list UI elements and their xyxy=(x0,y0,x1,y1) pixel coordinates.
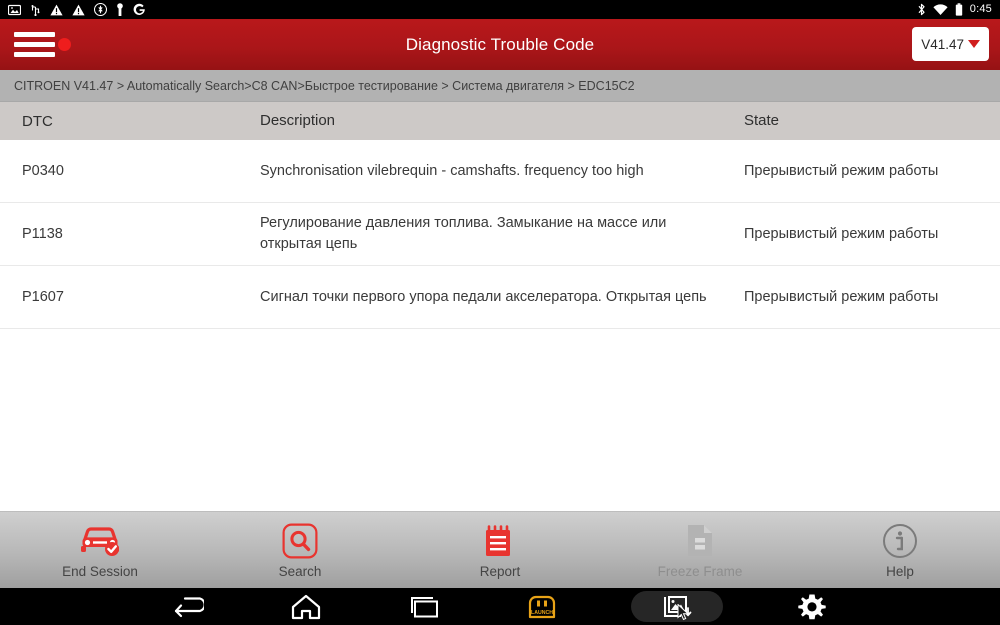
dtc-table-body: P0340 Synchronisation vilebrequin - cams… xyxy=(0,140,1000,551)
key-icon xyxy=(117,3,123,16)
android-status-bar: 0:45 xyxy=(0,0,1000,19)
toolbar-label: End Session xyxy=(62,563,138,579)
cell-dtc: P1138 xyxy=(22,226,63,242)
home-icon xyxy=(291,594,321,619)
launch-logo-icon: LAUNCH xyxy=(528,595,556,618)
toolbar-button-help[interactable]: Help xyxy=(800,512,1000,588)
menu-notification-dot xyxy=(58,38,71,51)
svg-text:LAUNCH: LAUNCH xyxy=(531,610,553,616)
cell-state: Прерывистый режим работы xyxy=(744,225,939,242)
version-label: V41.47 xyxy=(921,36,964,52)
warning-icon xyxy=(72,4,85,15)
mouse-cursor-icon xyxy=(677,604,690,621)
toolbar-button-freeze-frame[interactable]: Freeze Frame xyxy=(600,512,800,588)
recents-icon xyxy=(411,596,438,617)
toolbar-button-search[interactable]: Search xyxy=(200,512,400,588)
nav-back-button[interactable] xyxy=(159,591,217,622)
table-row[interactable]: P0340 Synchronisation vilebrequin - cams… xyxy=(0,140,1000,203)
toolbar-label: Help xyxy=(886,563,914,579)
table-row[interactable]: P1138 Регулирование давления топлива. За… xyxy=(0,203,1000,266)
toolbar-label: Report xyxy=(479,563,521,579)
image-icon xyxy=(8,4,21,15)
hamburger-icon xyxy=(14,32,55,57)
report-icon xyxy=(483,522,517,560)
toolbar-button-end-session[interactable]: End Session xyxy=(0,512,200,588)
nav-settings-button[interactable] xyxy=(783,591,841,622)
info-icon xyxy=(882,522,918,560)
nav-launch-button[interactable]: LAUNCH xyxy=(513,591,571,622)
nav-recents-button[interactable] xyxy=(395,591,453,622)
version-selector-button[interactable]: V41.47 xyxy=(912,27,989,61)
cell-description: Synchronisation vilebrequin - camshafts.… xyxy=(260,162,644,179)
toolbar-button-report[interactable]: Report xyxy=(400,512,600,588)
chevron-down-icon xyxy=(968,40,980,48)
status-bar-left-icons xyxy=(8,3,917,16)
breadcrumb[interactable]: CITROEN V41.47 > Automatically Search>C8… xyxy=(0,70,1000,102)
freeze-frame-icon xyxy=(685,522,715,560)
android-nav-bar: LAUNCH xyxy=(0,588,1000,625)
status-bar-clock: 0:45 xyxy=(969,3,992,15)
cell-description: Регулирование давления топлива. Замыкани… xyxy=(260,215,667,252)
wifi-icon xyxy=(933,3,948,15)
dtc-table-header: DTC Description State xyxy=(0,102,1000,140)
search-icon xyxy=(282,522,318,560)
nav-screenshot-button[interactable] xyxy=(631,591,723,622)
bluetooth-off-icon xyxy=(94,3,107,16)
cell-dtc: P1607 xyxy=(22,289,64,305)
toolbar-label: Freeze Frame xyxy=(657,563,743,579)
nav-home-button[interactable] xyxy=(277,591,335,622)
bluetooth-icon xyxy=(918,3,925,16)
column-header-state: State xyxy=(744,112,780,130)
warning-icon xyxy=(50,4,63,15)
bottom-toolbar: End Session Search Report Freeze Frame H… xyxy=(0,511,1000,588)
car-check-icon xyxy=(77,522,123,560)
battery-icon xyxy=(955,3,962,16)
cell-description: Сигнал точки первого упора педали акселе… xyxy=(260,288,707,305)
column-header-dtc: DTC xyxy=(22,112,53,130)
cell-state: Прерывистый режим работы xyxy=(744,162,939,179)
status-bar-right-icons: 0:45 xyxy=(917,3,992,16)
cell-state: Прерывистый режим работы xyxy=(744,288,939,305)
column-header-description: Description xyxy=(260,112,336,130)
diagnostic-app-window: 0:45 Diagnostic Trouble Code V41.47 CITR… xyxy=(0,0,1000,625)
usb-icon xyxy=(31,5,40,16)
app-header: Diagnostic Trouble Code V41.47 xyxy=(0,19,1000,70)
table-row[interactable]: P1607 Сигнал точки первого упора педали … xyxy=(0,266,1000,329)
cell-dtc: P0340 xyxy=(22,163,64,179)
settings-gear-icon xyxy=(798,594,826,619)
back-icon xyxy=(174,596,204,617)
page-title: Diagnostic Trouble Code xyxy=(405,34,595,54)
toolbar-label: Search xyxy=(278,563,322,579)
hamburger-menu-button[interactable] xyxy=(14,30,71,59)
google-icon xyxy=(133,3,145,15)
